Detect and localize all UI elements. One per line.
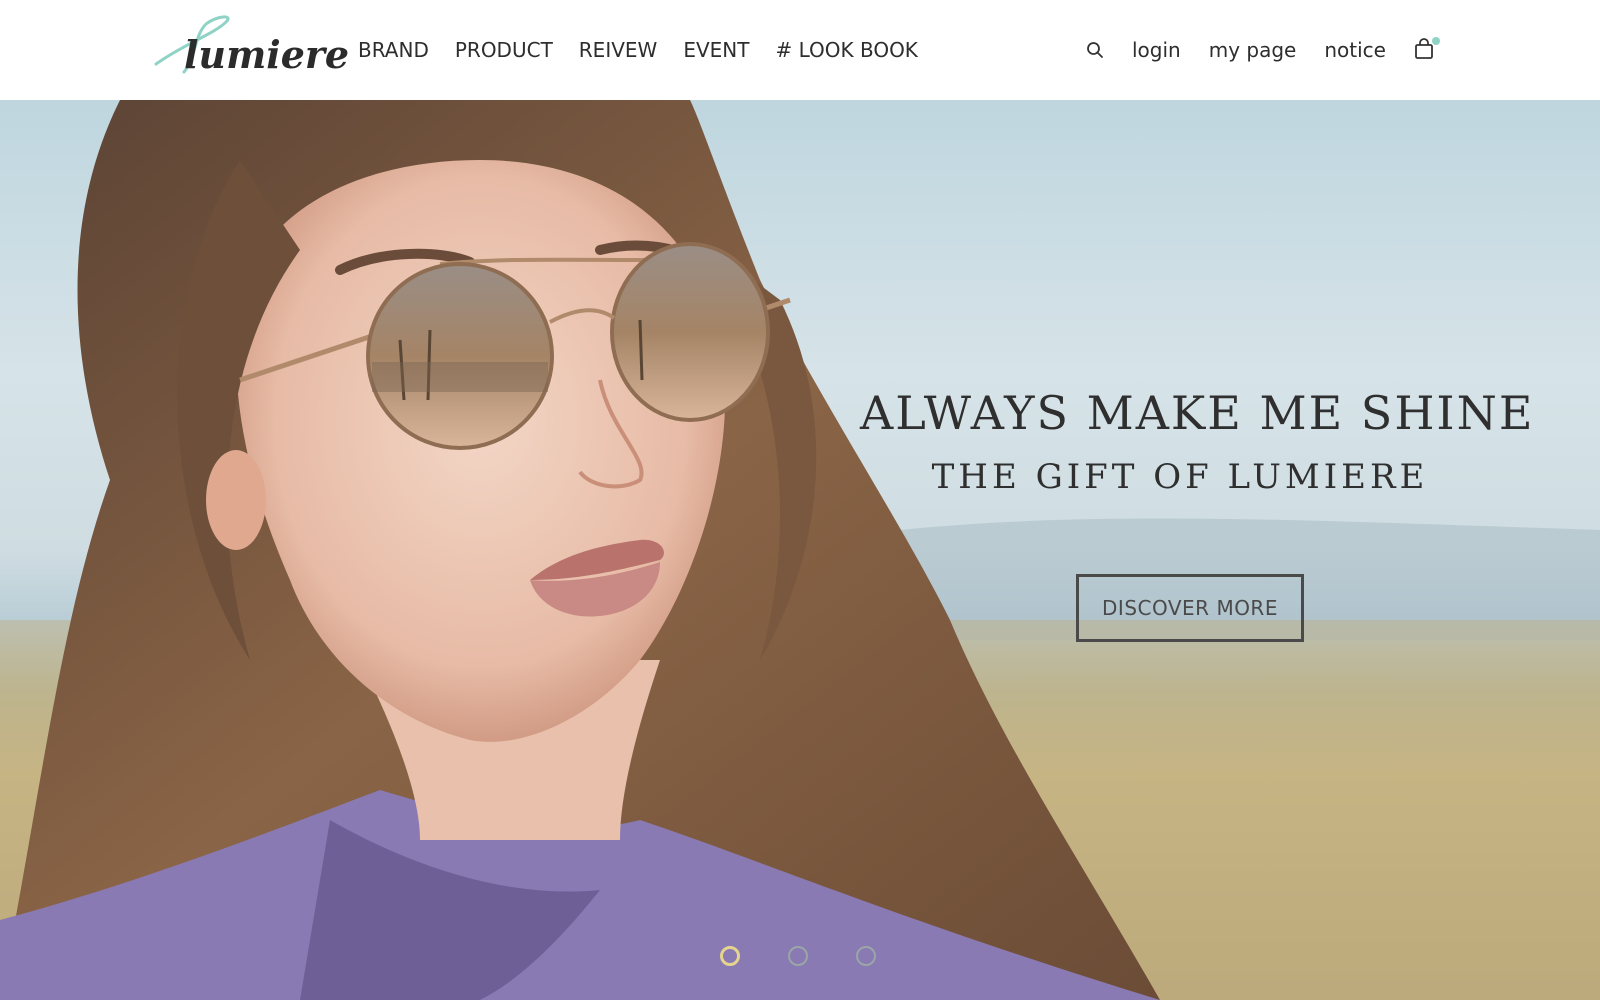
hero-photo <box>0 100 1600 1000</box>
utility-nav: login my page notice <box>1086 37 1440 62</box>
nav-item-event[interactable]: EVENT <box>683 38 749 62</box>
slider-dot-2[interactable] <box>788 946 808 966</box>
brand-logo[interactable]: lumiere <box>154 14 349 84</box>
shopping-bag-icon[interactable] <box>1414 37 1440 62</box>
nav-item-review[interactable]: REIVEW <box>579 38 658 62</box>
cart-badge <box>1432 37 1440 45</box>
search-icon[interactable] <box>1086 38 1106 62</box>
hero-subline: THE GIFT OF LUMIERE <box>931 457 1429 497</box>
discover-more-button[interactable]: DISCOVER MORE <box>1076 574 1304 642</box>
slider-dot-1[interactable] <box>720 946 740 966</box>
hero-banner: ALWAYS MAKE ME SHINE THE GIFT OF LUMIERE… <box>0 100 1600 1000</box>
site-header: lumiere BRAND PRODUCT REIVEW EVENT # LOO… <box>0 0 1600 100</box>
login-link[interactable]: login <box>1132 38 1181 62</box>
slider-dot-3[interactable] <box>856 946 876 966</box>
slider-dots <box>720 946 924 966</box>
nav-item-look-book[interactable]: # LOOK BOOK <box>775 38 917 62</box>
notice-link[interactable]: notice <box>1324 38 1386 62</box>
logo-text: lumiere <box>184 32 350 77</box>
main-nav: BRAND PRODUCT REIVEW EVENT # LOOK BOOK <box>358 38 944 62</box>
hero-headline: ALWAYS MAKE ME SHINE <box>860 386 1535 440</box>
nav-item-product[interactable]: PRODUCT <box>455 38 553 62</box>
nav-item-brand[interactable]: BRAND <box>358 38 429 62</box>
my-page-link[interactable]: my page <box>1209 38 1297 62</box>
